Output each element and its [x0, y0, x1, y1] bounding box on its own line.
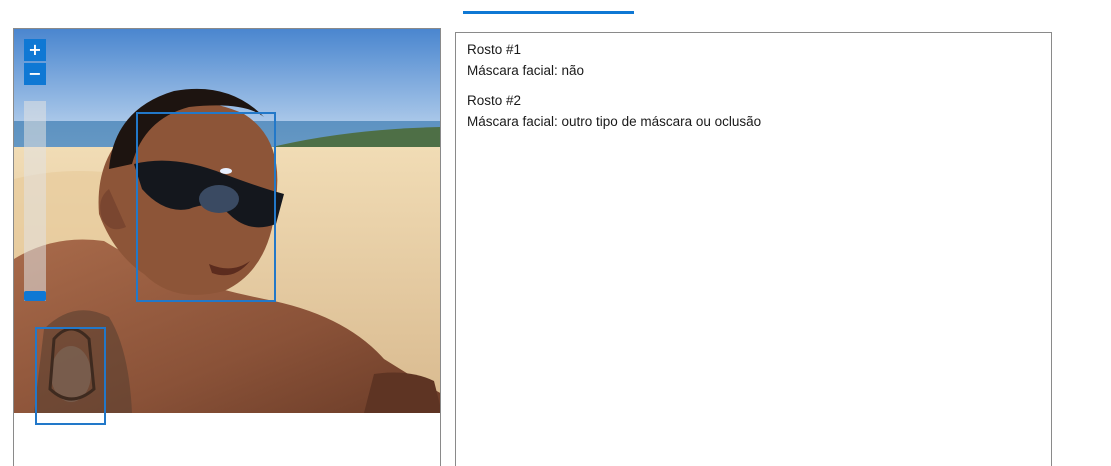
zoom-slider-handle[interactable]: [24, 291, 46, 301]
image-viewer[interactable]: + −: [13, 28, 441, 466]
face-result-1: Rosto #1 Máscara facial: não: [467, 39, 1040, 81]
face-box-1[interactable]: [136, 112, 276, 302]
face-title: Rosto #2: [467, 93, 522, 108]
face-box-2[interactable]: [35, 327, 106, 425]
active-tab-indicator: [463, 11, 634, 14]
face-mask-status: Máscara facial: não: [467, 63, 585, 78]
face-title: Rosto #1: [467, 42, 522, 57]
zoom-out-button[interactable]: −: [24, 63, 46, 85]
face-result-2: Rosto #2 Máscara facial: outro tipo de m…: [467, 90, 1040, 132]
zoom-slider-track[interactable]: [24, 101, 46, 301]
face-mask-status: Máscara facial: outro tipo de máscara ou…: [467, 114, 762, 129]
face-results-panel: Rosto #1 Máscara facial: não Rosto #2 Má…: [455, 32, 1052, 466]
zoom-in-button[interactable]: +: [24, 39, 46, 61]
